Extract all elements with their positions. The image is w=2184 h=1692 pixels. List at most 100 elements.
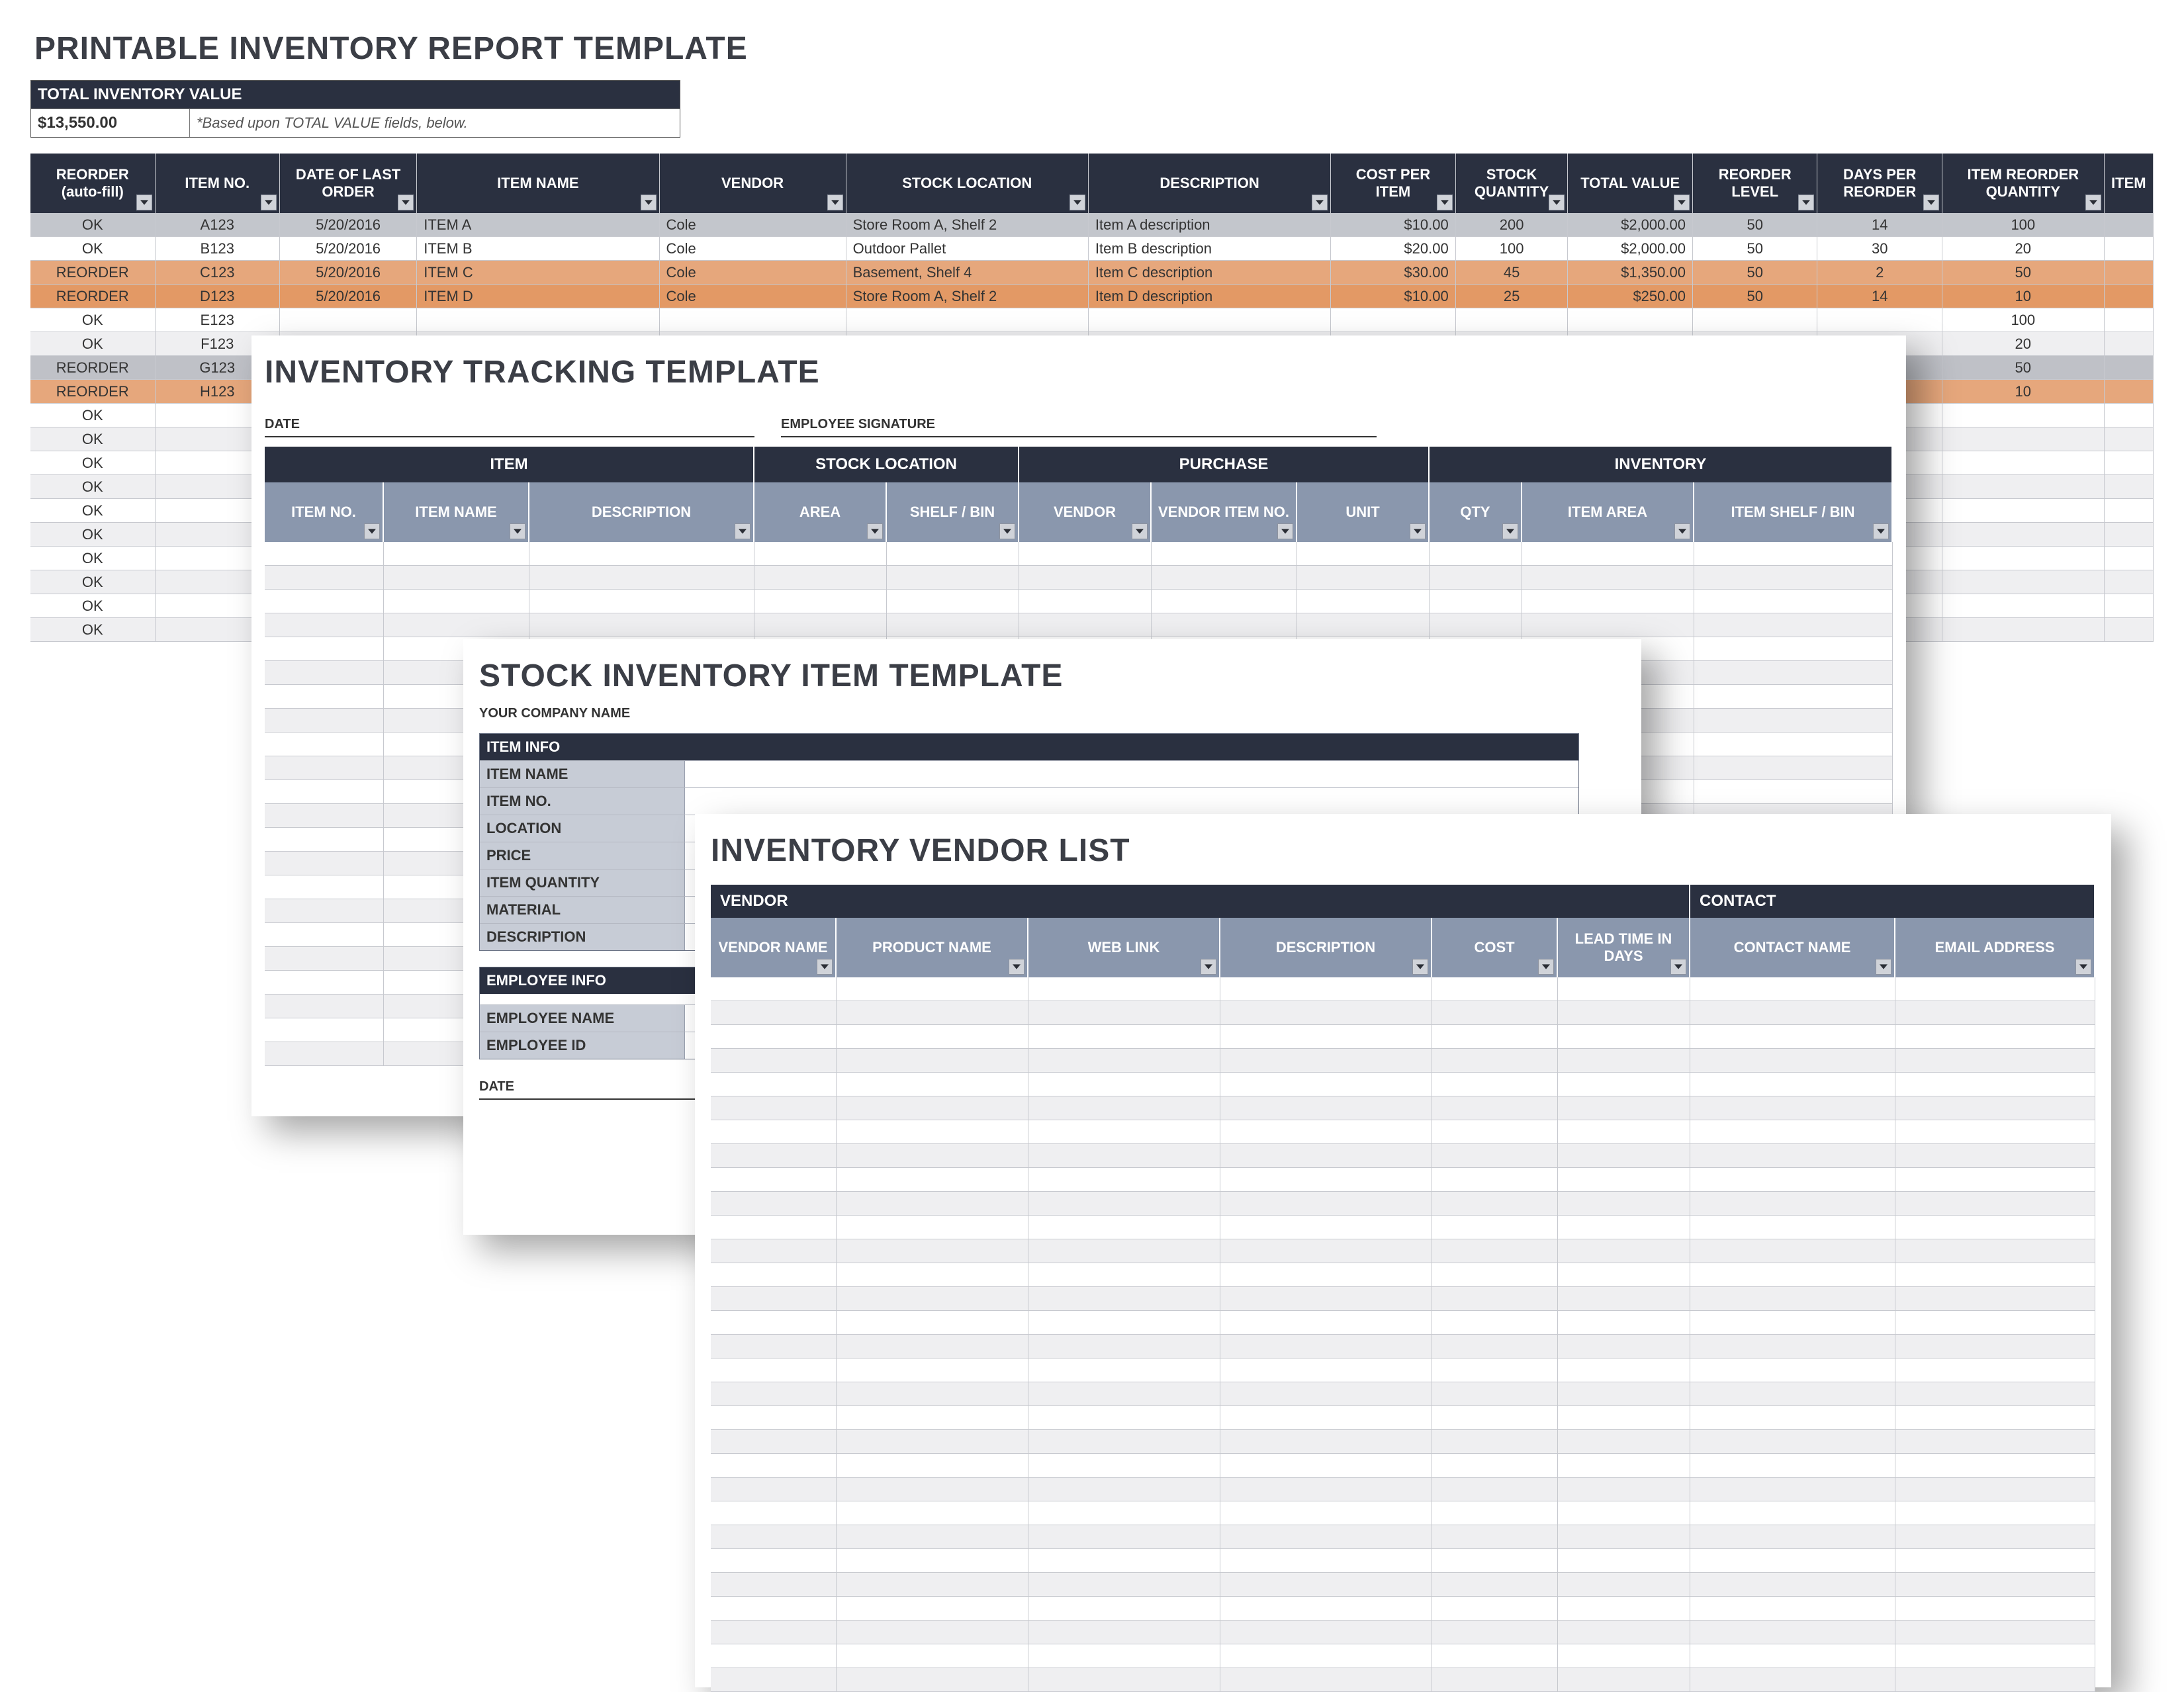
filter-dropdown-icon[interactable]	[1312, 195, 1328, 210]
column-header[interactable]: ITEM NO.	[156, 154, 281, 213]
column-header[interactable]: REORDER LEVEL	[1693, 154, 1818, 213]
filter-dropdown-icon[interactable]	[1873, 523, 1889, 539]
stock-field-value[interactable]	[685, 761, 1578, 787]
column-header[interactable]: VENDOR NAME	[711, 918, 837, 977]
column-header[interactable]: REORDER (auto-fill)	[30, 154, 156, 213]
column-header[interactable]: ITEM NAME	[417, 154, 659, 213]
vendor-row[interactable]	[711, 1311, 2095, 1335]
vendor-row[interactable]	[711, 1382, 2095, 1406]
vendor-row[interactable]	[711, 1073, 2095, 1096]
filter-dropdown-icon[interactable]	[641, 195, 657, 210]
column-header[interactable]: ITEM REORDER QUANTITY	[1942, 154, 2105, 213]
filter-dropdown-icon[interactable]	[136, 195, 152, 210]
report-row[interactable]: OKB1235/20/2016ITEM BColeOutdoor PalletI…	[30, 237, 2154, 261]
filter-dropdown-icon[interactable]	[1798, 195, 1814, 210]
vendor-row[interactable]	[711, 1287, 2095, 1311]
vendor-row[interactable]	[711, 1192, 2095, 1216]
filter-dropdown-icon[interactable]	[261, 195, 277, 210]
vendor-row[interactable]	[711, 1644, 2095, 1668]
column-header[interactable]: TOTAL VALUE	[1568, 154, 1693, 213]
column-header[interactable]: ITEM NAME	[384, 482, 529, 542]
vendor-row[interactable]	[711, 1263, 2095, 1287]
filter-dropdown-icon[interactable]	[1502, 523, 1518, 539]
column-header[interactable]: QTY	[1430, 482, 1522, 542]
vendor-row[interactable]	[711, 1525, 2095, 1549]
column-header[interactable]: DESCRIPTION	[529, 482, 754, 542]
column-header[interactable]: AREA	[754, 482, 887, 542]
vendor-row[interactable]	[711, 1001, 2095, 1025]
vendor-row[interactable]	[711, 1049, 2095, 1073]
report-row[interactable]: REORDERC1235/20/2016ITEM CColeBasement, …	[30, 261, 2154, 285]
column-header[interactable]: ITEM NO.	[265, 482, 384, 542]
stock-field-value[interactable]	[685, 788, 1578, 815]
vendor-row[interactable]	[711, 1501, 2095, 1525]
filter-dropdown-icon[interactable]	[1923, 195, 1939, 210]
filter-dropdown-icon[interactable]	[1437, 195, 1453, 210]
filter-dropdown-icon[interactable]	[1069, 195, 1085, 210]
vendor-row[interactable]	[711, 1668, 2095, 1692]
filter-dropdown-icon[interactable]	[1674, 195, 1690, 210]
column-header[interactable]: ITEM SHELF / BIN	[1694, 482, 1893, 542]
vendor-row[interactable]	[711, 1406, 2095, 1430]
tracking-row[interactable]	[265, 542, 1893, 566]
filter-dropdown-icon[interactable]	[1670, 959, 1686, 975]
vendor-row[interactable]	[711, 1239, 2095, 1263]
filter-dropdown-icon[interactable]	[2085, 195, 2101, 210]
vendor-row[interactable]	[711, 1454, 2095, 1478]
filter-dropdown-icon[interactable]	[827, 195, 843, 210]
column-header[interactable]: DATE OF LAST ORDER	[280, 154, 417, 213]
vendor-row[interactable]	[711, 977, 2095, 1001]
column-header[interactable]: DESCRIPTION	[1220, 918, 1432, 977]
column-header[interactable]: ITEM AREA	[1522, 482, 1694, 542]
vendor-row[interactable]	[711, 1358, 2095, 1382]
filter-dropdown-icon[interactable]	[735, 523, 751, 539]
vendor-row[interactable]	[711, 1168, 2095, 1192]
column-header[interactable]: DAYS PER REORDER	[1817, 154, 1942, 213]
filter-dropdown-icon[interactable]	[1412, 959, 1428, 975]
column-header[interactable]: VENDOR	[1019, 482, 1152, 542]
column-header[interactable]: LEAD TIME IN DAYS	[1558, 918, 1690, 977]
column-header[interactable]: SHELF / BIN	[887, 482, 1019, 542]
report-row[interactable]: OKE123100	[30, 308, 2154, 332]
vendor-row[interactable]	[711, 1573, 2095, 1597]
filter-dropdown-icon[interactable]	[510, 523, 525, 539]
filter-dropdown-icon[interactable]	[364, 523, 380, 539]
column-header[interactable]: WEB LINK	[1028, 918, 1220, 977]
vendor-row[interactable]	[711, 1216, 2095, 1239]
column-header[interactable]: EMAIL ADDRESS	[1895, 918, 2095, 977]
filter-dropdown-icon[interactable]	[999, 523, 1015, 539]
filter-dropdown-icon[interactable]	[1876, 959, 1891, 975]
filter-dropdown-icon[interactable]	[1410, 523, 1426, 539]
column-header[interactable]: VENDOR ITEM NO.	[1152, 482, 1297, 542]
column-header[interactable]: PRODUCT NAME	[837, 918, 1028, 977]
tracking-row[interactable]	[265, 566, 1893, 590]
vendor-row[interactable]	[711, 1549, 2095, 1573]
vendor-row[interactable]	[711, 1597, 2095, 1621]
column-header[interactable]: COST	[1432, 918, 1558, 977]
vendor-row[interactable]	[711, 1430, 2095, 1454]
tracking-row[interactable]	[265, 613, 1893, 637]
column-header[interactable]: CONTACT NAME	[1690, 918, 1895, 977]
filter-dropdown-icon[interactable]	[1201, 959, 1216, 975]
column-header[interactable]: STOCK QUANTITY	[1456, 154, 1569, 213]
vendor-row[interactable]	[711, 1096, 2095, 1120]
filter-dropdown-icon[interactable]	[1674, 523, 1690, 539]
vendor-row[interactable]	[711, 1335, 2095, 1358]
vendor-row[interactable]	[711, 1144, 2095, 1168]
column-header[interactable]: STOCK LOCATION	[846, 154, 1089, 213]
report-row[interactable]: REORDERD1235/20/2016ITEM DColeStore Room…	[30, 285, 2154, 308]
column-header[interactable]: COST PER ITEM	[1331, 154, 1456, 213]
column-header[interactable]: VENDOR	[660, 154, 846, 213]
filter-dropdown-icon[interactable]	[1549, 195, 1565, 210]
filter-dropdown-icon[interactable]	[1009, 959, 1024, 975]
vendor-row[interactable]	[711, 1120, 2095, 1144]
vendor-row[interactable]	[711, 1025, 2095, 1049]
vendor-row[interactable]	[711, 1621, 2095, 1644]
column-header[interactable]: ITEM	[2105, 154, 2154, 213]
filter-dropdown-icon[interactable]	[398, 195, 414, 210]
column-header[interactable]: DESCRIPTION	[1089, 154, 1331, 213]
filter-dropdown-icon[interactable]	[1277, 523, 1293, 539]
filter-dropdown-icon[interactable]	[1538, 959, 1554, 975]
report-row[interactable]: OKA1235/20/2016ITEM AColeStore Room A, S…	[30, 213, 2154, 237]
filter-dropdown-icon[interactable]	[1132, 523, 1148, 539]
